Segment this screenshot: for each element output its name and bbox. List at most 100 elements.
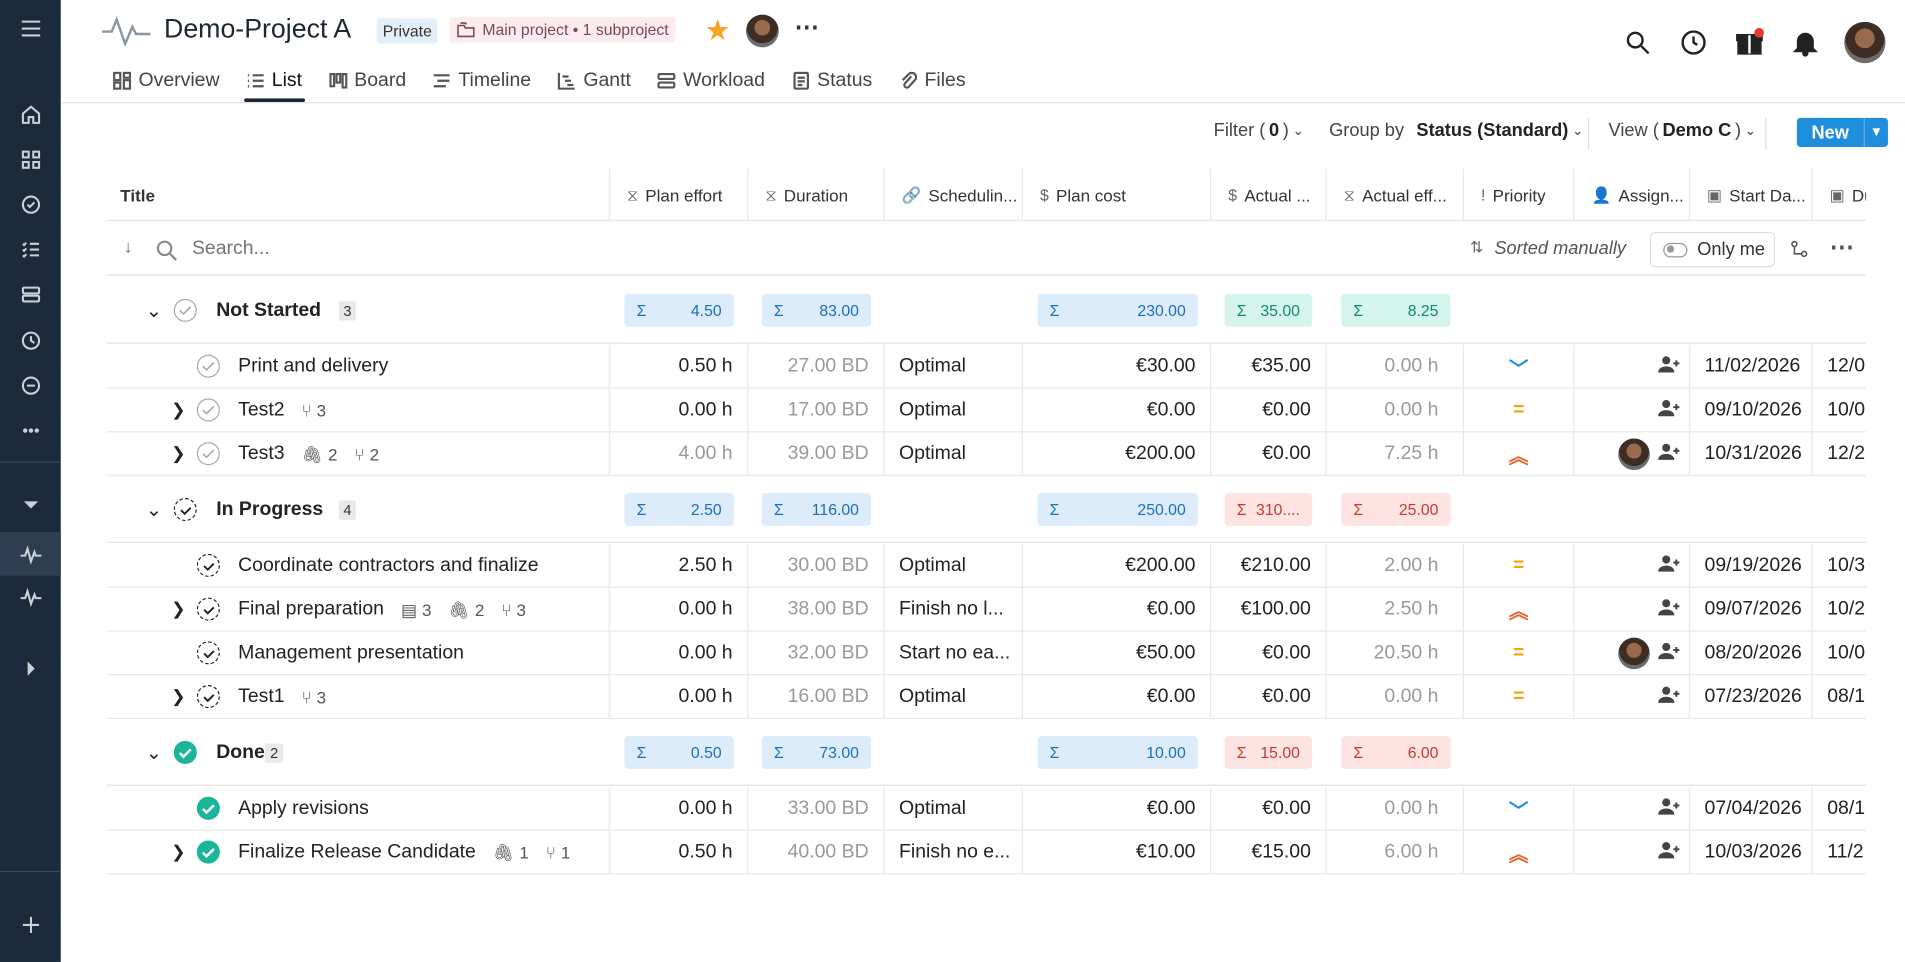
actual-effort-cell[interactable]: 6.00 h xyxy=(1327,830,1464,874)
plan-effort-cell[interactable]: 0.00 h xyxy=(610,587,749,631)
actual-cost-cell[interactable]: €0.00 xyxy=(1211,388,1327,432)
start-date-cell[interactable]: 09/19/2026 xyxy=(1690,544,1813,587)
collapse-group-icon[interactable]: ⌄ xyxy=(146,741,162,765)
expand-row-icon[interactable]: ❯ xyxy=(171,686,185,707)
favorite-star-icon[interactable]: ★ xyxy=(705,13,731,48)
subtask-hierarchy-icon[interactable] xyxy=(1791,240,1808,258)
plan-effort-cell[interactable]: 2.50 h xyxy=(610,544,749,587)
actual-effort-cell[interactable]: 0.00 h xyxy=(1327,675,1464,718)
group-name[interactable]: Not Started xyxy=(216,300,321,322)
table-row[interactable]: ❯ Finalize Release Candidate 🖇 1 ⑂ 1 0.50 h 40.… xyxy=(106,830,1867,875)
add-assignee-icon[interactable] xyxy=(1657,551,1681,581)
gift-icon[interactable] xyxy=(1732,26,1766,60)
tab-files[interactable]: Files xyxy=(886,61,979,101)
scheduling-cell[interactable]: Start no ea... xyxy=(884,631,1023,675)
priority-medium-icon[interactable]: = xyxy=(1464,544,1573,588)
expand-row-icon[interactable]: ❯ xyxy=(171,599,185,620)
actual-cost-cell[interactable]: €0.00 xyxy=(1211,432,1327,475)
expand-row-icon[interactable]: ❯ xyxy=(171,443,185,464)
plan-effort-cell[interactable]: 0.50 h xyxy=(610,344,749,388)
task-title[interactable]: Print and delivery xyxy=(238,356,388,378)
table-row[interactable]: ❯ Test1 ⑂ 3 0.00 h 16.00 BD Optimal €0.00 €0.00 0… xyxy=(106,675,1867,720)
home-icon[interactable] xyxy=(0,96,61,132)
minus-circle-icon[interactable] xyxy=(0,367,61,403)
priority-medium-icon[interactable]: = xyxy=(1464,675,1573,719)
subproject-badge[interactable]: Main project • 1 subproject xyxy=(449,17,676,43)
duration-cell[interactable]: 27.00 BD xyxy=(748,344,885,388)
plan-cost-cell[interactable]: €10.00 xyxy=(1023,830,1212,874)
actual-effort-cell[interactable]: 20.50 h xyxy=(1327,631,1464,675)
bell-icon[interactable] xyxy=(1788,26,1822,60)
tab-overview[interactable]: Overview xyxy=(100,61,233,101)
status-done-icon[interactable] xyxy=(196,840,220,864)
due-date-cell[interactable]: 11/2 xyxy=(1813,831,1866,874)
plan-cost-cell[interactable]: €200.00 xyxy=(1023,544,1212,587)
table-row[interactable]: ❯ Final preparation ▤ 3 🖇 2 ⑂ 3 0.00 h 38.00 BD Fi… xyxy=(106,587,1867,632)
due-date-cell[interactable]: 12/2 xyxy=(1813,432,1866,475)
column-header-start-date[interactable]: ▣ Start Da... xyxy=(1690,168,1813,222)
start-date-cell[interactable]: 07/23/2026 xyxy=(1690,675,1813,718)
assignee-avatar[interactable] xyxy=(1618,637,1650,670)
table-row[interactable]: Apply revisions 0.00 h 33.00 BD Optimal €0.0… xyxy=(106,787,1867,831)
plan-cost-cell[interactable]: €50.00 xyxy=(1023,631,1212,675)
column-header-priority[interactable]: ! Priority xyxy=(1464,168,1575,222)
table-row[interactable]: Management presentation 0.00 h 32.00 BD Sta… xyxy=(106,631,1867,676)
task-title[interactable]: Test1 xyxy=(238,686,284,708)
table-row[interactable]: Print and delivery 0.50 h 27.00 BD Optimal €… xyxy=(106,344,1867,389)
assignee-avatar[interactable] xyxy=(1618,438,1650,471)
add-assignee-icon[interactable] xyxy=(1657,395,1681,425)
column-header-title[interactable]: Title xyxy=(107,168,610,222)
due-date-cell[interactable]: 08/1 xyxy=(1813,787,1866,830)
task-title[interactable]: Test2 xyxy=(238,400,284,422)
actual-cost-cell[interactable]: €0.00 xyxy=(1211,787,1327,830)
plan-cost-cell[interactable]: €200.00 xyxy=(1023,432,1212,475)
scheduling-cell[interactable]: Optimal xyxy=(884,432,1023,475)
scheduling-cell[interactable]: Finish no e... xyxy=(884,830,1023,874)
status-in-progress-icon[interactable] xyxy=(196,685,220,709)
scheduling-cell[interactable]: Finish no l... xyxy=(884,587,1023,631)
status-in-progress-icon[interactable] xyxy=(196,641,220,665)
plan-cost-cell[interactable]: €0.00 xyxy=(1023,787,1212,830)
status-not-started-icon[interactable] xyxy=(196,398,220,422)
table-row[interactable]: Coordinate contractors and finalize 2.50 … xyxy=(106,544,1867,588)
tab-timeline[interactable]: Timeline xyxy=(420,61,545,101)
status-not-started-icon[interactable] xyxy=(196,354,220,378)
expand-row-icon[interactable]: ❯ xyxy=(171,842,185,863)
clock-icon[interactable] xyxy=(0,322,61,358)
view-button[interactable]: View (Demo C) ⌄ xyxy=(1609,120,1756,141)
duration-cell[interactable]: 16.00 BD xyxy=(748,675,885,718)
actual-effort-cell[interactable]: 2.50 h xyxy=(1327,587,1464,631)
plan-effort-cell[interactable]: 0.00 h xyxy=(610,388,749,432)
group-name[interactable]: In Progress xyxy=(216,499,323,521)
plan-cost-cell[interactable]: €0.00 xyxy=(1023,388,1212,432)
column-header-actual-effort[interactable]: ⧖ Actual eff... xyxy=(1327,168,1464,222)
group-name[interactable]: Done xyxy=(216,742,265,764)
plan-cost-cell[interactable]: €0.00 xyxy=(1023,675,1212,718)
status-in-progress-icon[interactable] xyxy=(196,597,220,621)
add-assignee-icon[interactable] xyxy=(1657,638,1681,668)
priority-medium-icon[interactable]: = xyxy=(1464,389,1573,433)
add-icon[interactable] xyxy=(0,906,61,942)
task-title[interactable]: Apply revisions xyxy=(238,798,369,820)
due-date-cell[interactable]: 10/2 xyxy=(1813,588,1866,631)
actual-effort-cell[interactable]: 0.00 h xyxy=(1327,344,1464,388)
tab-workload[interactable]: Workload xyxy=(644,61,778,101)
duration-cell[interactable]: 30.00 BD xyxy=(748,544,885,587)
collapse-all-icon[interactable]: ↓ xyxy=(124,237,133,256)
task-title[interactable]: Finalize Release Candidate xyxy=(238,842,476,864)
column-header-due-date[interactable]: ▣ Du xyxy=(1813,169,1866,221)
status-in-progress-icon[interactable] xyxy=(196,553,220,577)
column-header-actual-cost[interactable]: $ Actual ... xyxy=(1211,168,1327,222)
start-date-cell[interactable]: 08/20/2026 xyxy=(1690,631,1813,675)
task-title[interactable]: Final preparation xyxy=(238,599,384,621)
add-assignee-icon[interactable] xyxy=(1657,439,1681,469)
duration-cell[interactable]: 17.00 BD xyxy=(748,388,885,432)
priority-medium-icon[interactable]: = xyxy=(1464,632,1573,676)
plan-effort-cell[interactable]: 0.00 h xyxy=(610,675,749,718)
only-me-toggle[interactable]: Only me xyxy=(1649,231,1775,268)
duration-cell[interactable]: 39.00 BD xyxy=(748,432,885,475)
start-date-cell[interactable]: 11/02/2026 xyxy=(1690,344,1813,388)
project-more-icon[interactable]: ⋯ xyxy=(795,12,821,42)
duration-cell[interactable]: 40.00 BD xyxy=(748,830,885,874)
menu-icon[interactable] xyxy=(0,10,61,46)
